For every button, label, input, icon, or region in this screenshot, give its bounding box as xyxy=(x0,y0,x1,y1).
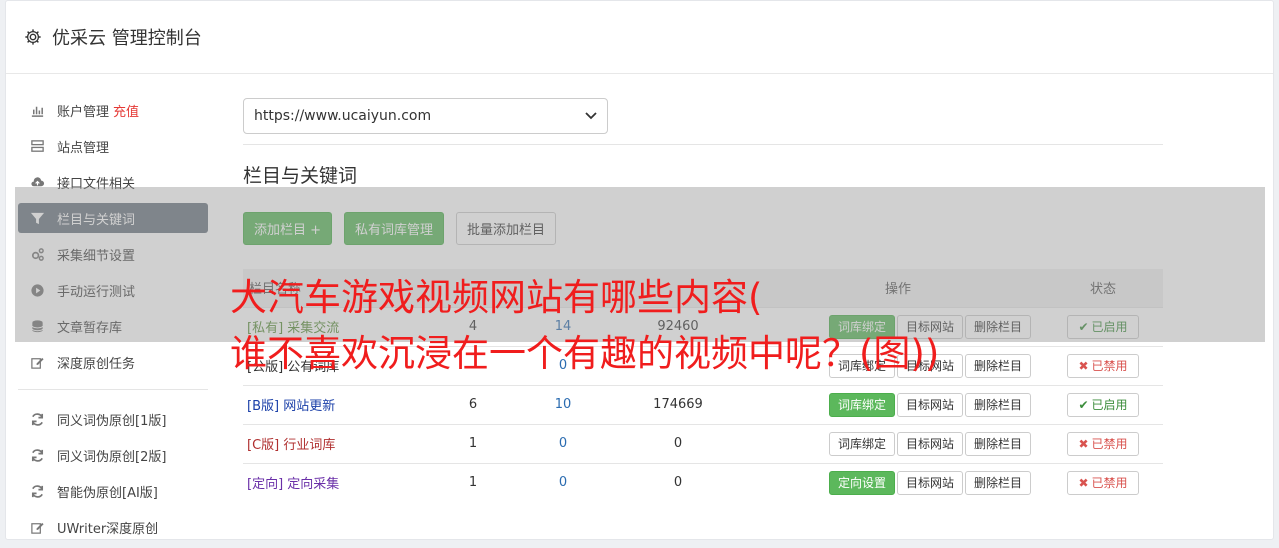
delete-column-button[interactable]: 删除栏目 xyxy=(964,392,1031,417)
x-icon: ✖ xyxy=(1078,436,1089,451)
count-b[interactable]: 10 xyxy=(523,384,603,424)
section-title: 栏目与关键词 xyxy=(243,165,358,187)
sidebar-item-label: 站点管理 xyxy=(57,140,110,156)
delete-column-button[interactable]: 删除栏目 xyxy=(964,470,1031,495)
status-cell: ✖ 已禁用 xyxy=(1043,345,1163,385)
status-cell: ✖ 已禁用 xyxy=(1043,462,1163,502)
site-select-value: https://www.ucaiyun.com xyxy=(254,108,432,124)
panel-header: 优采云 管理控制台 xyxy=(6,1,1273,74)
sidebar-item[interactable]: 站点管理 xyxy=(18,131,208,161)
column-tag: [定向] xyxy=(247,477,284,493)
count-c: 0 xyxy=(603,423,753,463)
bind-lib-button[interactable]: 词库绑定 xyxy=(828,431,895,456)
overlay-headline: 大汽车游戏视频网站有哪些内容( 谁不喜欢沉浸在一个有趣的视频中呢？(图)) xyxy=(230,270,939,382)
sidebar-item[interactable]: 账户管理 充值 xyxy=(18,95,208,125)
table-row: [定向] 定向采集 1 0 0 定向设置 目标网站 删除栏目 ✖ 已禁用 xyxy=(243,462,1163,502)
site-select[interactable]: https://www.ucaiyun.com xyxy=(243,98,608,134)
bind-lib-button[interactable]: 定向设置 xyxy=(828,470,895,495)
sidebar-item[interactable]: UWriter深度原创 xyxy=(18,512,208,542)
sidebar-item-label: 深度原创任务 xyxy=(57,356,136,372)
gear-icon xyxy=(25,29,41,45)
divider xyxy=(243,144,1163,145)
status-cell: ✔ 已启用 xyxy=(1043,384,1163,424)
count-c: 174669 xyxy=(603,384,753,424)
server-icon xyxy=(31,139,44,152)
check-icon: ✔ xyxy=(1078,397,1089,412)
count-b[interactable]: 0 xyxy=(523,423,603,463)
column-name-cell: [C版] 行业词库 xyxy=(243,423,423,463)
column-tag: [B版] xyxy=(247,399,280,414)
status-toggle[interactable]: ✖ 已禁用 xyxy=(1067,353,1139,378)
count-b[interactable]: 0 xyxy=(523,462,603,502)
overlay-headline-line1: 大汽车游戏视频网站有哪些内容( xyxy=(230,276,763,319)
refresh-icon xyxy=(31,448,44,462)
target-site-button[interactable]: 目标网站 xyxy=(896,470,963,495)
column-name-cell: [B版] 网站更新 xyxy=(243,384,423,424)
column-name-link[interactable]: 行业词库 xyxy=(283,438,335,453)
status-cell: ✖ 已禁用 xyxy=(1043,423,1163,463)
sidebar-divider xyxy=(18,389,208,390)
delete-column-button[interactable]: 删除栏目 xyxy=(964,353,1031,378)
sidebar-item-label: 同义词伪原创[1版] xyxy=(57,413,167,429)
refresh-icon xyxy=(31,412,44,426)
x-icon: ✖ xyxy=(1078,475,1089,490)
ops-cell: 词库绑定 目标网站 删除栏目 xyxy=(753,384,1043,424)
status-toggle[interactable]: ✖ 已禁用 xyxy=(1067,470,1139,495)
sidebar-item-label: UWriter深度原创 xyxy=(57,521,159,537)
count-a: 6 xyxy=(423,384,523,424)
target-site-button[interactable]: 目标网站 xyxy=(896,392,963,417)
sidebar-item[interactable]: 深度原创任务 xyxy=(18,347,208,377)
column-name-link[interactable]: 网站更新 xyxy=(283,399,335,414)
sidebar-item[interactable]: 同义词伪原创[2版] xyxy=(18,440,208,470)
sidebar-item-label: 同义词伪原创[2版] xyxy=(57,449,167,465)
status-label: 已禁用 xyxy=(1091,476,1128,491)
count-c: 0 xyxy=(603,462,753,502)
count-a: 1 xyxy=(423,423,523,463)
edit-icon xyxy=(31,357,44,369)
sidebar-item[interactable]: 同义词伪原创[1版] xyxy=(18,404,208,434)
status-label: 已禁用 xyxy=(1091,359,1128,373)
chevron-down-icon xyxy=(585,112,597,120)
ops-cell: 词库绑定 目标网站 删除栏目 xyxy=(753,423,1043,463)
status-toggle[interactable]: ✖ 已禁用 xyxy=(1067,431,1139,456)
status-toggle[interactable]: ✔ 已启用 xyxy=(1067,392,1139,417)
edit-icon xyxy=(31,522,44,534)
x-icon: ✖ xyxy=(1078,358,1089,373)
recharge-link[interactable]: 充值 xyxy=(113,101,139,120)
delete-column-button[interactable]: 删除栏目 xyxy=(964,431,1031,456)
status-label: 已禁用 xyxy=(1091,437,1128,451)
bind-lib-button[interactable]: 词库绑定 xyxy=(828,392,895,417)
table-row: [B版] 网站更新 6 10 174669 词库绑定 目标网站 删除栏目 ✔ 已启用 xyxy=(243,384,1163,424)
page-title: 优采云 管理控制台 xyxy=(52,28,202,49)
column-name-link[interactable]: 定向采集 xyxy=(287,477,339,492)
overlay-headline-line2: 谁不喜欢沉浸在一个有趣的视频中呢？(图)) xyxy=(230,332,940,375)
sidebar-item-label: 智能伪原创[AI版] xyxy=(57,485,158,501)
count-a: 1 xyxy=(423,462,523,502)
bar-chart-icon xyxy=(31,106,44,117)
ops-cell: 定向设置 目标网站 删除栏目 xyxy=(753,462,1043,502)
target-site-button[interactable]: 目标网站 xyxy=(896,431,963,456)
table-row: [C版] 行业词库 1 0 0 词库绑定 目标网站 删除栏目 ✖ 已禁用 xyxy=(243,423,1163,463)
column-name-cell: [定向] 定向采集 xyxy=(243,462,423,502)
column-tag: [C版] xyxy=(247,438,280,453)
refresh-icon xyxy=(31,484,44,498)
sidebar-item[interactable]: 智能伪原创[AI版] xyxy=(18,476,208,506)
sidebar-item-label: 账户管理 xyxy=(57,104,110,120)
status-label: 已启用 xyxy=(1091,398,1128,412)
